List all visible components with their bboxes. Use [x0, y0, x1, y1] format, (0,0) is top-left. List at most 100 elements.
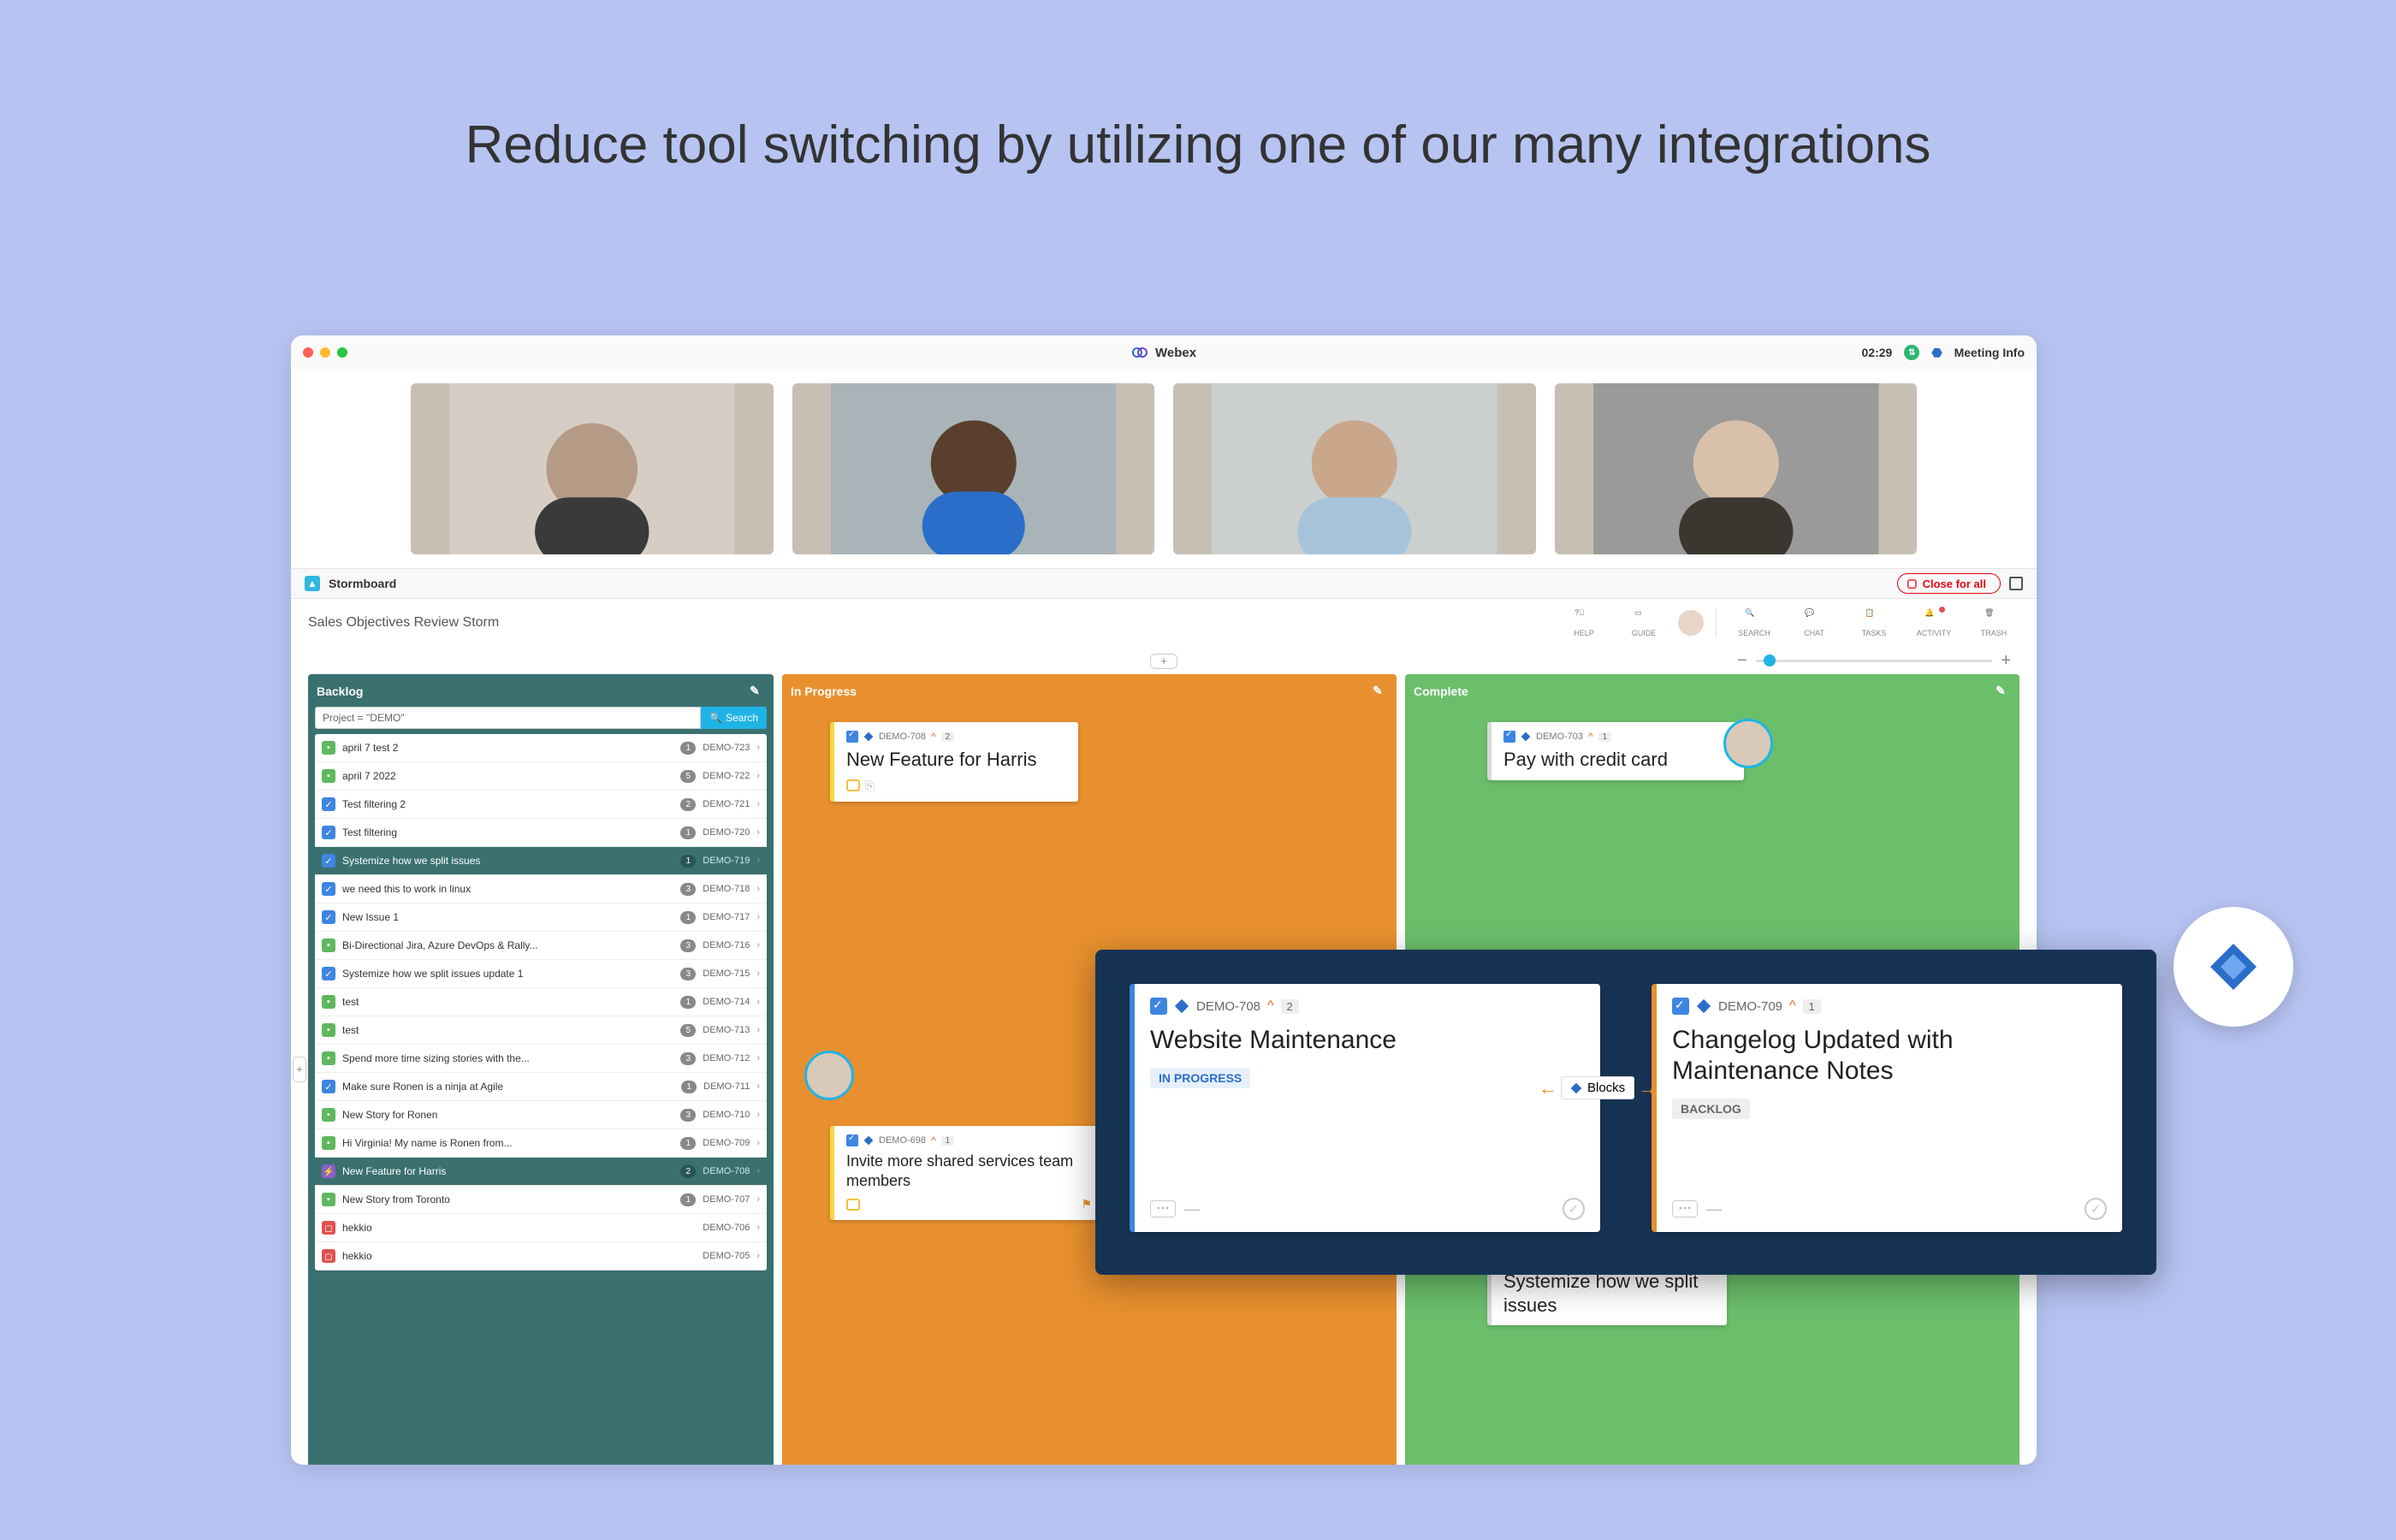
issue-title: test	[342, 1024, 673, 1036]
attachment-icon: ⎘	[865, 779, 875, 793]
backlog-row[interactable]: ▪ New Story for Ronen 3 DEMO-710 ›	[315, 1101, 767, 1129]
participant-video-3[interactable]	[1173, 383, 1536, 554]
backlog-row[interactable]: ▪ Hi Virginia! My name is Ronen from... …	[315, 1129, 767, 1158]
close-for-all-button[interactable]: ▢Close for all	[1897, 573, 2001, 594]
minimize-dot[interactable]	[320, 347, 330, 358]
edit-icon[interactable]: ✎	[1996, 684, 2011, 699]
trash-button[interactable]: 🗑TRASH	[1968, 608, 2019, 637]
chevron-right-icon: ›	[756, 912, 760, 922]
backlog-row[interactable]: ▪ Spend more time sizing stories with th…	[315, 1045, 767, 1073]
card-pay[interactable]: DEMO-703^1 Pay with credit card	[1487, 722, 1744, 780]
participant-video-2[interactable]	[792, 383, 1155, 554]
card-invite[interactable]: DEMO-698^1 Invite more shared services t…	[830, 1126, 1104, 1220]
count-badge: 1	[680, 996, 696, 1009]
participant-video-1[interactable]	[411, 383, 774, 554]
assignee-avatar[interactable]	[1723, 719, 1773, 768]
book-icon: ▭	[1634, 608, 1653, 627]
backlog-row[interactable]: ✓ Make sure Ronen is a ninja at Agile 1 …	[315, 1073, 767, 1101]
backlog-row[interactable]: ⚡ New Feature for Harris 2 DEMO-708 ›	[315, 1158, 767, 1186]
backlog-row[interactable]: ✓ Test filtering 1 DEMO-720 ›	[315, 819, 767, 847]
more-icon[interactable]: ⋯	[1150, 1200, 1176, 1217]
backlog-search: 🔍Search	[315, 707, 767, 729]
issue-title: Systemize how we split issues update 1	[342, 968, 673, 980]
backlog-row[interactable]: ▪ test 1 DEMO-714 ›	[315, 988, 767, 1016]
zoom-slider[interactable]: − +	[1729, 647, 2019, 674]
checkbox-icon	[846, 731, 858, 743]
issue-id: DEMO-723	[703, 743, 750, 753]
comment-icon[interactable]	[846, 779, 860, 791]
jira-icon	[1521, 732, 1531, 742]
search-button[interactable]: 🔍SEARCH	[1729, 608, 1780, 637]
guide-button[interactable]: ▭GUIDE	[1618, 608, 1669, 637]
edit-icon[interactable]: ✎	[1373, 684, 1388, 699]
webex-window: Webex 02:29 ⇅ ⬣ Meeting Info ▲ Stormboar…	[291, 335, 2037, 1465]
backlog-row[interactable]: ▪ april 7 2022 5 DEMO-722 ›	[315, 762, 767, 791]
participant-video-4[interactable]	[1555, 383, 1918, 554]
meeting-info-button[interactable]: Meeting Info	[1954, 346, 2025, 359]
chat-button[interactable]: 💬CHAT	[1788, 608, 1840, 637]
story-icon: ▪	[322, 995, 335, 1009]
zoom-dot[interactable]	[337, 347, 347, 358]
task-icon: ✓	[322, 826, 335, 839]
close-dot[interactable]	[303, 347, 313, 358]
zoom-track[interactable]	[1756, 660, 1993, 662]
backlog-row[interactable]: ✓ Systemize how we split issues update 1…	[315, 960, 767, 988]
add-column-top-button[interactable]: +	[1150, 654, 1177, 669]
task-icon: ✓	[322, 797, 335, 811]
priority-icon: ^	[1789, 998, 1796, 1014]
more-icon[interactable]: ⋯	[1672, 1200, 1698, 1217]
arrow-right-icon: →	[1638, 1077, 1657, 1099]
approve-icon[interactable]: ✓	[1563, 1198, 1585, 1220]
backlog-row[interactable]: ✓ Systemize how we split issues 1 DEMO-7…	[315, 847, 767, 875]
popout-icon[interactable]	[2009, 577, 2023, 590]
backlog-row[interactable]: ▪ Bi-Directional Jira, Azure DevOps & Ra…	[315, 932, 767, 960]
chevron-right-icon: ›	[756, 1138, 760, 1148]
chevron-right-icon: ›	[756, 1166, 760, 1176]
backlog-row[interactable]: ✓ Test filtering 2 2 DEMO-721 ›	[315, 791, 767, 819]
backlog-row[interactable]: ▪ april 7 test 2 1 DEMO-723 ›	[315, 734, 767, 762]
relation-label[interactable]: Blocks	[1561, 1076, 1634, 1099]
popup-card-right[interactable]: DEMO-709^1 Changelog Updated with Mainte…	[1652, 984, 2122, 1232]
tasks-button[interactable]: 📋TASKS	[1848, 608, 1900, 637]
popup-title: Website Maintenance	[1150, 1025, 1585, 1056]
zoom-out-icon[interactable]: −	[1737, 651, 1747, 671]
priority-icon: ^	[1267, 998, 1274, 1014]
backlog-row[interactable]: ✓ we need this to work in linux 3 DEMO-7…	[315, 875, 767, 903]
count-badge: 2	[680, 1165, 696, 1178]
user-avatar[interactable]	[1678, 610, 1704, 636]
backlog-row[interactable]: ▪ New Story from Toronto 1 DEMO-707 ›	[315, 1186, 767, 1214]
jql-input[interactable]	[315, 707, 701, 729]
approve-icon[interactable]: ✓	[2085, 1198, 2107, 1220]
backlog-row[interactable]: ◻ hekkio DEMO-706 ›	[315, 1214, 767, 1242]
traffic-lights[interactable]	[303, 347, 347, 358]
issue-id: DEMO-721	[703, 799, 750, 809]
signal-icon: ⇅	[1904, 345, 1919, 360]
help-button[interactable]: ?⃝HELP	[1558, 608, 1610, 637]
status-badge: BACKLOG	[1672, 1099, 1750, 1119]
meeting-timer: 02:29	[1862, 346, 1893, 359]
card-new-feature[interactable]: DEMO-708^2 New Feature for Harris ⎘	[830, 722, 1078, 802]
presence-avatar[interactable]	[804, 1051, 854, 1100]
card-title: Invite more shared services team members	[846, 1152, 1092, 1190]
activity-button[interactable]: 🔔ACTIVITY	[1908, 608, 1960, 637]
edit-icon[interactable]: ✎	[750, 684, 765, 699]
backlog-row[interactable]: ▪ test 5 DEMO-713 ›	[315, 1016, 767, 1045]
popup-card-left[interactable]: DEMO-708^2 Website Maintenance IN PROGRE…	[1130, 984, 1600, 1232]
count-badge: 1	[680, 1194, 696, 1206]
shield-icon: ⬣	[1931, 346, 1942, 360]
add-column-left-button[interactable]: +	[293, 1057, 306, 1082]
comment-icon[interactable]	[846, 1199, 860, 1211]
issue-id: DEMO-722	[703, 771, 750, 781]
story-icon: ▪	[322, 1193, 335, 1206]
task-icon: ✓	[322, 1080, 335, 1093]
story-icon: ▪	[322, 741, 335, 755]
backlog-row[interactable]: ✓ New Issue 1 1 DEMO-717 ›	[315, 903, 767, 932]
backlog-row[interactable]: ◻ hekkio DEMO-705 ›	[315, 1242, 767, 1270]
zoom-thumb[interactable]	[1764, 654, 1776, 666]
zoom-in-icon[interactable]: +	[2001, 651, 2011, 671]
window-title: Webex	[1131, 344, 1196, 361]
chevron-right-icon: ›	[756, 1053, 760, 1063]
issue-id: DEMO-713	[703, 1025, 750, 1035]
search-button[interactable]: 🔍Search	[701, 707, 767, 729]
issue-id: DEMO-709	[703, 1138, 750, 1148]
